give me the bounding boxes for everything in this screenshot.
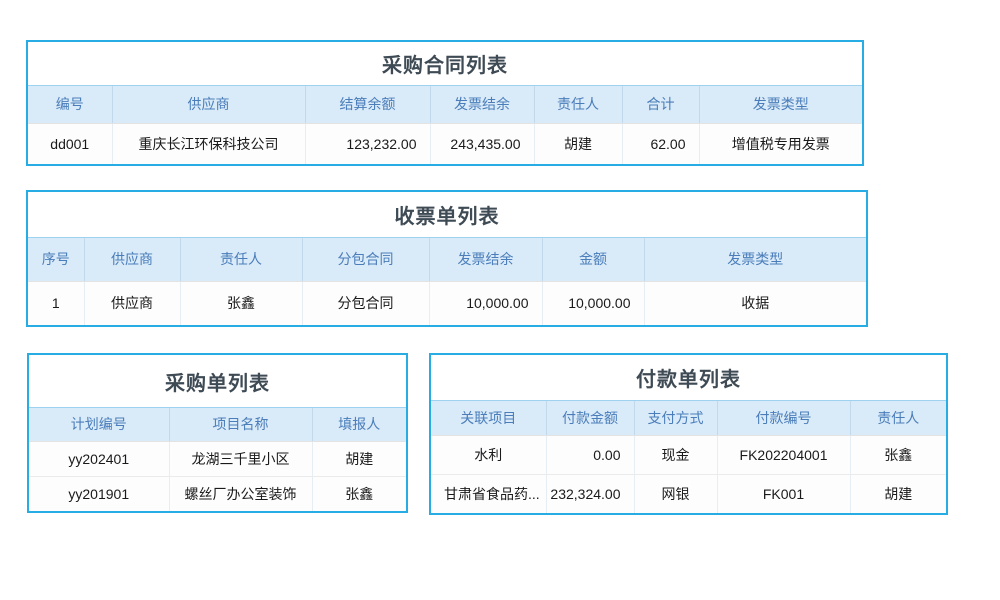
purchase-contract-table: 编号 供应商 结算余额 发票结余 责任人 合计 发票类型 dd001 重庆长江环…	[28, 86, 862, 164]
column-header: 计划编号	[29, 408, 169, 441]
purchase-order-table: 计划编号 项目名称 填报人 yy202401 龙湖三千里小区 胡建 yy2019…	[29, 408, 406, 511]
table-row[interactable]: dd001 重庆长江环保科技公司 123,232.00 243,435.00 胡…	[28, 123, 862, 164]
column-header: 合计	[622, 86, 699, 123]
column-header: 结算余额	[305, 86, 430, 123]
cell-total: 62.00	[622, 123, 699, 164]
table-row[interactable]: yy201901 螺丝厂办公室装饰 张鑫	[29, 476, 406, 511]
cell-responsible-person: 张鑫	[850, 435, 946, 474]
table-row[interactable]: 1 供应商 张鑫 分包合同 10,000.00 10,000.00 收据	[28, 281, 866, 325]
purchase-order-title: 采购单列表	[29, 355, 406, 408]
receipt-note-table: 序号 供应商 责任人 分包合同 发票结余 金额 发票类型 1 供应商 张鑫 分包…	[28, 238, 866, 325]
cell-plan-code: yy201901	[29, 476, 169, 511]
table-row[interactable]: yy202401 龙湖三千里小区 胡建	[29, 441, 406, 476]
column-header: 编号	[28, 86, 112, 123]
cell-payment-method: 网银	[634, 474, 717, 513]
receipt-note-title: 收票单列表	[28, 192, 866, 238]
cell-reporter: 张鑫	[312, 476, 406, 511]
column-header: 发票类型	[644, 238, 866, 281]
column-header: 项目名称	[169, 408, 312, 441]
receipt-note-header-row: 序号 供应商 责任人 分包合同 发票结余 金额 发票类型	[28, 238, 866, 281]
column-header: 序号	[28, 238, 84, 281]
cell-payment-code: FK001	[717, 474, 850, 513]
cell-payment-amount: 0.00	[546, 435, 634, 474]
column-header: 付款编号	[717, 401, 850, 435]
receipt-note-table-panel: 收票单列表 序号 供应商 责任人 分包合同 发票结余 金额 发票类型	[26, 190, 868, 327]
cell-seq-no: 1	[28, 281, 84, 325]
cell-payment-amount: 232,324.00	[546, 474, 634, 513]
payment-note-table-panel: 付款单列表 关联项目 付款金额 支付方式 付款编号 责任人 水利 0.00	[429, 353, 948, 515]
cell-invoice-type: 收据	[644, 281, 866, 325]
column-header: 供应商	[84, 238, 180, 281]
payment-note-header-row: 关联项目 付款金额 支付方式 付款编号 责任人	[431, 401, 946, 435]
report-page: 采购合同列表 编号 供应商 结算余额 发票结余 责任人 合计 发票类型	[0, 0, 1000, 600]
cell-reporter: 胡建	[312, 441, 406, 476]
cell-settlement-balance: 123,232.00	[305, 123, 430, 164]
cell-supplier: 重庆长江环保科技公司	[112, 123, 305, 164]
column-header: 发票类型	[699, 86, 862, 123]
cell-payment-method: 现金	[634, 435, 717, 474]
purchase-order-table-panel: 采购单列表 计划编号 项目名称 填报人 yy202401 龙湖三千里小区 胡建	[27, 353, 408, 513]
column-header: 分包合同	[302, 238, 429, 281]
cell-responsible-person: 张鑫	[180, 281, 302, 325]
cell-project-name: 螺丝厂办公室装饰	[169, 476, 312, 511]
payment-note-title: 付款单列表	[431, 355, 946, 401]
cell-related-project: 甘肃省食品药...	[431, 474, 546, 513]
cell-responsible-person: 胡建	[850, 474, 946, 513]
cell-contract-code: dd001	[28, 123, 112, 164]
purchase-contract-title: 采购合同列表	[28, 42, 862, 86]
purchase-order-header-row: 计划编号 项目名称 填报人	[29, 408, 406, 441]
cell-project-name: 龙湖三千里小区	[169, 441, 312, 476]
cell-related-project: 水利	[431, 435, 546, 474]
column-header: 关联项目	[431, 401, 546, 435]
purchase-contract-header-row: 编号 供应商 结算余额 发票结余 责任人 合计 发票类型	[28, 86, 862, 123]
cell-amount: 10,000.00	[542, 281, 644, 325]
column-header: 责任人	[534, 86, 622, 123]
cell-supplier: 供应商	[84, 281, 180, 325]
table-row[interactable]: 水利 0.00 现金 FK202204001 张鑫	[431, 435, 946, 474]
cell-invoice-type: 增值税专用发票	[699, 123, 862, 164]
table-row[interactable]: 甘肃省食品药... 232,324.00 网银 FK001 胡建	[431, 474, 946, 513]
column-header: 付款金额	[546, 401, 634, 435]
purchase-contract-table-panel: 采购合同列表 编号 供应商 结算余额 发票结余 责任人 合计 发票类型	[26, 40, 864, 166]
column-header: 责任人	[850, 401, 946, 435]
cell-payment-code: FK202204001	[717, 435, 850, 474]
cell-invoice-balance: 243,435.00	[430, 123, 534, 164]
column-header: 支付方式	[634, 401, 717, 435]
cell-plan-code: yy202401	[29, 441, 169, 476]
payment-note-table: 关联项目 付款金额 支付方式 付款编号 责任人 水利 0.00 现金 FK202…	[431, 401, 946, 513]
column-header: 供应商	[112, 86, 305, 123]
column-header: 责任人	[180, 238, 302, 281]
column-header: 发票结余	[429, 238, 542, 281]
cell-invoice-balance: 10,000.00	[429, 281, 542, 325]
cell-responsible-person: 胡建	[534, 123, 622, 164]
column-header: 填报人	[312, 408, 406, 441]
column-header: 发票结余	[430, 86, 534, 123]
column-header: 金额	[542, 238, 644, 281]
cell-subcontract: 分包合同	[302, 281, 429, 325]
